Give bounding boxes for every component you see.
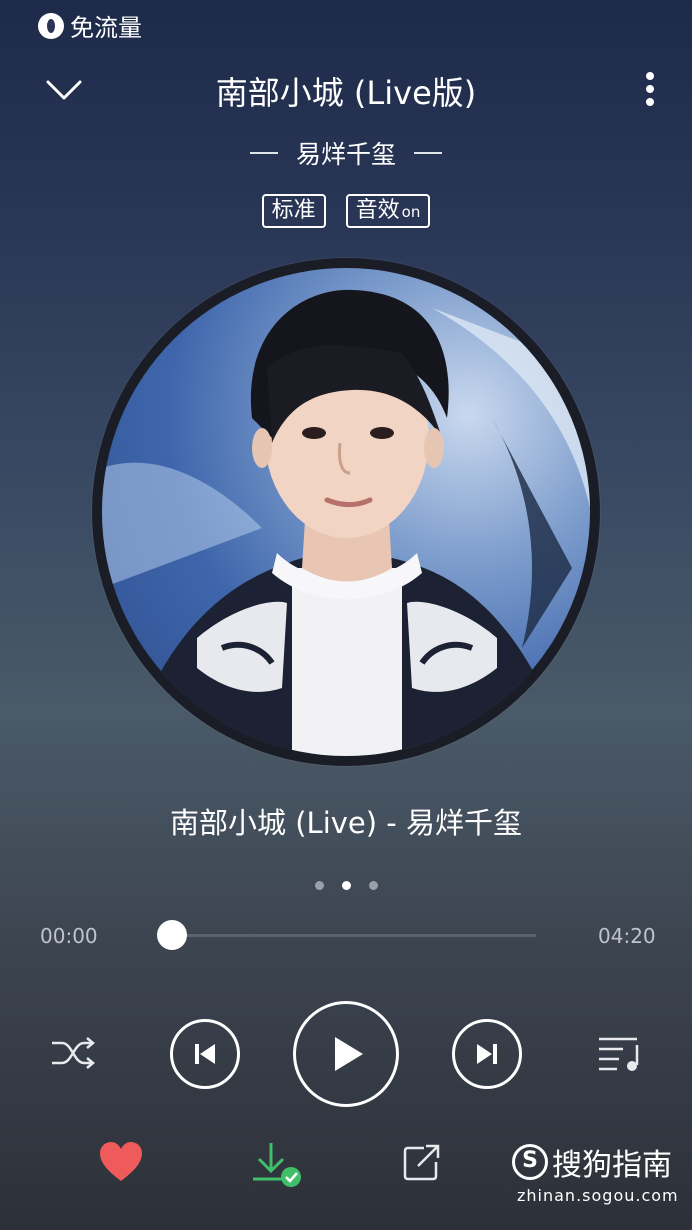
quality-badge[interactable]: 标准: [261, 194, 326, 228]
previous-button[interactable]: [170, 1019, 240, 1089]
divider: [414, 152, 442, 154]
album-cover[interactable]: [102, 268, 590, 756]
playlist-icon: [599, 1037, 639, 1071]
skip-previous-icon: [195, 1044, 215, 1064]
sogou-icon: S: [512, 1144, 548, 1180]
sound-effect-state: on: [401, 203, 421, 221]
artist-row[interactable]: 易烊千玺: [0, 135, 692, 171]
shuffle-icon: [52, 1037, 95, 1069]
page-dot-active[interactable]: [341, 881, 351, 890]
skip-next-icon: [477, 1044, 497, 1064]
divider: [249, 152, 278, 154]
data-saver-icon: [38, 12, 64, 39]
sound-effect-badge[interactable]: 音效 on: [345, 194, 431, 228]
playlist-button[interactable]: [596, 1030, 644, 1076]
watermark-url: zhinan.sogou.com: [517, 1186, 679, 1205]
current-time: 00:00: [40, 924, 98, 948]
page-dot[interactable]: [314, 881, 324, 890]
shuffle-button[interactable]: [48, 1030, 98, 1076]
play-icon: [335, 1037, 363, 1071]
song-title: 南部小城 (Live版): [215, 74, 477, 112]
next-button[interactable]: [452, 1019, 522, 1089]
share-button[interactable]: [398, 1140, 444, 1186]
status-bar: 免流量: [38, 8, 142, 43]
data-saver-label: 免流量: [70, 14, 142, 42]
heart-icon: [100, 1142, 142, 1181]
download-button[interactable]: [248, 1138, 304, 1190]
page-dot[interactable]: [368, 881, 378, 890]
singer-photo: [102, 289, 590, 756]
sound-effect-label: 音效: [355, 198, 400, 223]
watermark-brand: 搜狗指南: [552, 1148, 672, 1183]
artist-name[interactable]: 易烊千玺: [296, 135, 396, 171]
watermark-logo: S 搜狗指南: [512, 1140, 672, 1184]
progress-track[interactable]: [172, 934, 536, 937]
share-icon: [403, 1144, 440, 1181]
progress-thumb[interactable]: [157, 920, 187, 950]
total-time: 04:20: [598, 924, 656, 948]
page-indicator: [0, 881, 692, 890]
favorite-button[interactable]: [96, 1138, 146, 1186]
now-playing-text: 南部小城 (Live) - 易烊千玺: [170, 806, 522, 840]
downloaded-icon: [253, 1143, 301, 1187]
quality-badge-label: 标准: [271, 198, 316, 223]
badge-row: 标准 音效 on: [0, 194, 692, 228]
play-button[interactable]: [293, 1001, 399, 1107]
